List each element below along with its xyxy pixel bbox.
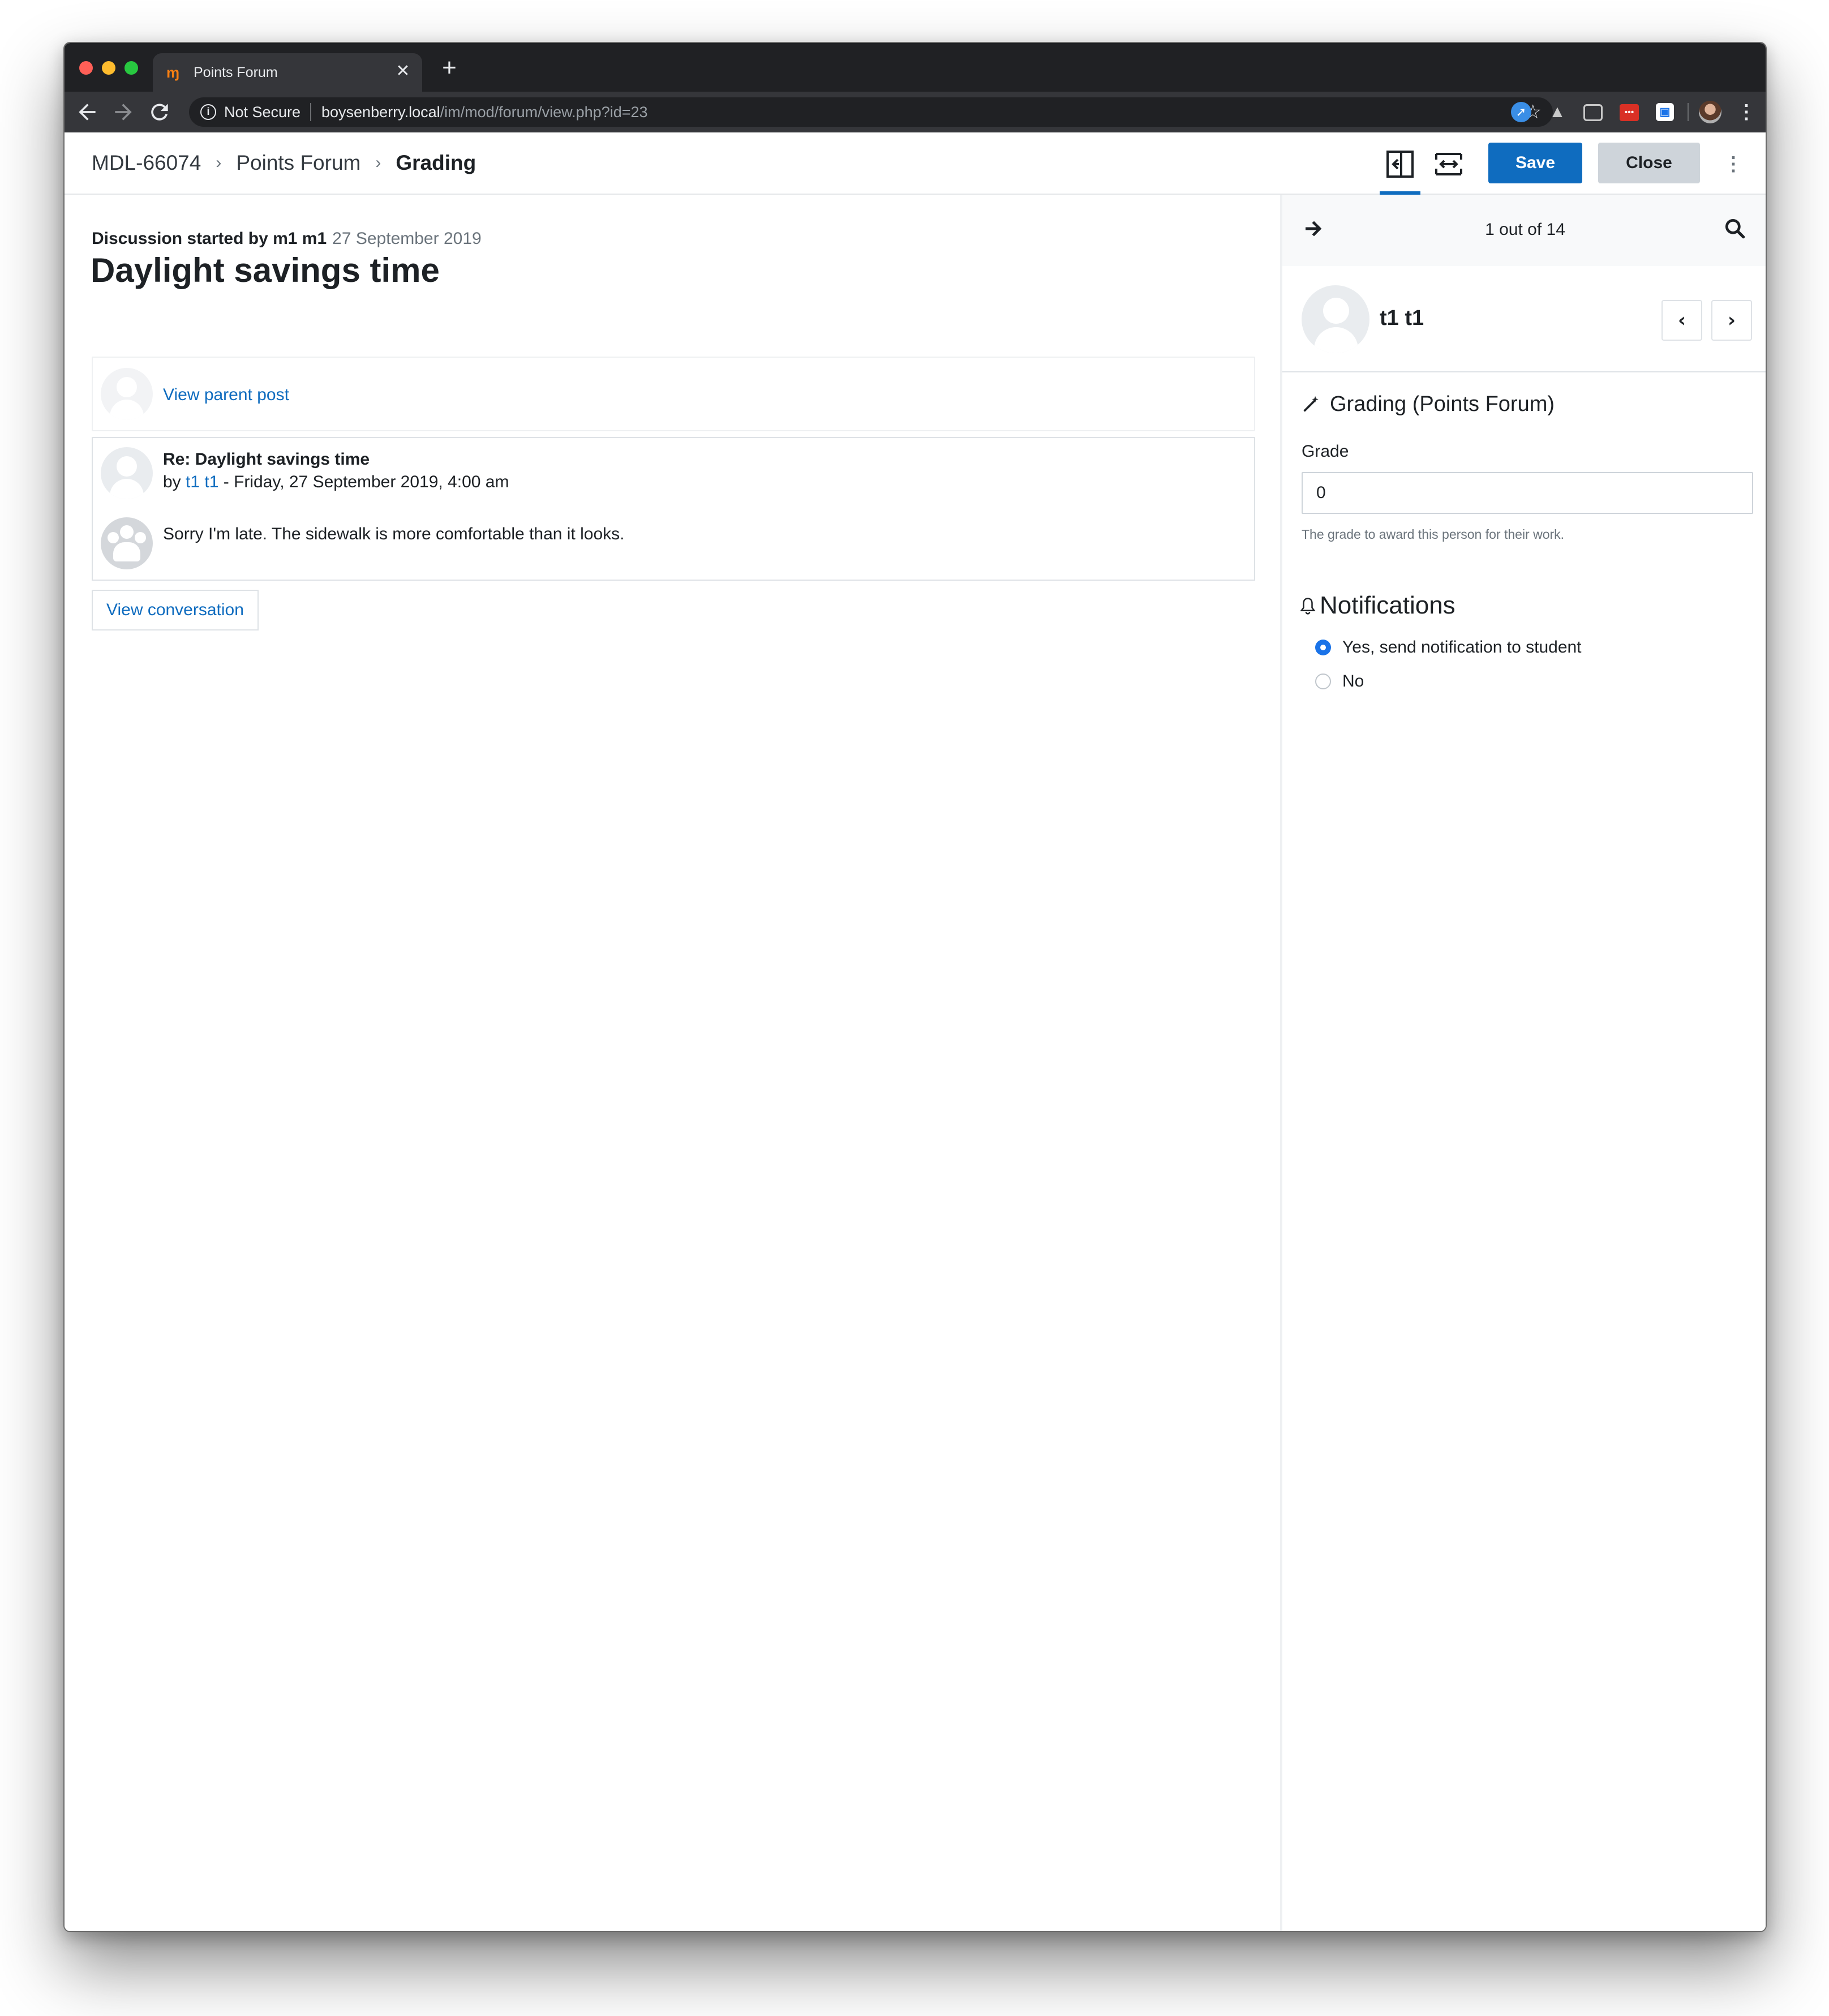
notify-no-label: No <box>1342 672 1364 690</box>
post-date: - Friday, 27 September 2019, 4:00 am <box>218 473 509 491</box>
more-options-icon[interactable]: ⋮ <box>1724 152 1743 177</box>
discussion-meta: Discussion started by m1 m1 27 September … <box>92 229 482 249</box>
post-body: Sorry I'm late. The sidewalk is more com… <box>163 525 625 543</box>
url-separator <box>310 103 311 121</box>
next-user-button[interactable]: › <box>1711 300 1752 341</box>
forum-post: Re: Daylight savings time by t1 t1 - Fri… <box>92 437 1255 581</box>
toolbar-separator <box>1688 103 1689 121</box>
breadcrumb-forum[interactable]: Points Forum <box>236 151 360 175</box>
profile-avatar[interactable] <box>1699 101 1721 123</box>
window-close-button[interactable] <box>79 61 93 75</box>
url-text: boysenberry.local/im/mod/forum/view.php?… <box>321 104 648 120</box>
breadcrumb: MDL-66074 › Points Forum › Grading <box>92 151 476 175</box>
grade-input[interactable] <box>1302 472 1753 514</box>
new-tab-button[interactable]: + <box>438 55 461 80</box>
search-user-button[interactable] <box>1723 216 1748 241</box>
reload-icon <box>151 104 168 121</box>
extension-drive-icon[interactable]: ▲ <box>1547 102 1568 122</box>
moodle-icon: ɱ <box>166 64 180 81</box>
reload-button[interactable] <box>147 100 172 125</box>
breadcrumb-chevron-icon: › <box>216 153 222 172</box>
search-icon <box>1725 218 1745 239</box>
extension-safari-icon[interactable]: ➚ <box>1511 102 1531 122</box>
browser-window: ɱ Points Forum ✕ + i Not Secure boysenbe… <box>63 42 1767 1932</box>
side-panel-view-button[interactable] <box>1380 147 1420 195</box>
post-author-link[interactable]: t1 t1 <box>186 473 218 491</box>
magic-wand-icon <box>1303 396 1319 412</box>
back-button[interactable] <box>75 100 100 125</box>
grading-heading: Grading (Points Forum) <box>1302 392 1555 417</box>
expand-width-icon <box>1435 153 1462 175</box>
info-icon[interactable]: i <box>200 104 216 120</box>
breadcrumb-current: Grading <box>396 151 476 174</box>
grading-panel: 1 out of 14 t1 t1 ‹ › Grading (Points Fo… <box>1280 195 1766 1931</box>
url-path: /im/mod/forum/view.php?id=23 <box>440 104 648 121</box>
user-counter: 1 out of 14 <box>1485 220 1565 239</box>
discussion-title: Daylight savings time <box>91 251 440 289</box>
user-avatar <box>1302 285 1369 353</box>
save-button[interactable]: Save <box>1488 143 1582 183</box>
notify-no-radio[interactable] <box>1315 674 1331 689</box>
extension-lastpass-icon[interactable]: ••• <box>1620 104 1639 121</box>
discussion-started-by: Discussion started by m1 m1 <box>92 229 327 248</box>
grader-header: MDL-66074 › Points Forum › Grading Save … <box>65 132 1766 195</box>
back-arrow-icon <box>79 104 96 121</box>
parent-post-avatar <box>101 368 153 420</box>
bell-icon <box>1300 598 1316 615</box>
view-parent-post-link[interactable]: View parent post <box>163 385 289 405</box>
post-by-prefix: by <box>163 473 181 491</box>
user-navigation-bar: 1 out of 14 <box>1282 195 1766 266</box>
grade-help-text: The grade to award this person for their… <box>1302 527 1565 542</box>
notify-yes-option[interactable]: Yes, send notification to student <box>1315 637 1582 658</box>
parent-post-box: View parent post <box>92 357 1255 431</box>
breadcrumb-chevron-icon: › <box>375 153 381 172</box>
browser-menu-icon[interactable]: ⋮ <box>1735 100 1758 125</box>
chevron-right-icon: › <box>1727 309 1736 332</box>
window-maximize-button[interactable] <box>124 61 138 75</box>
grading-heading-text: Grading (Points Forum) <box>1330 392 1555 416</box>
chevron-left-icon: ‹ <box>1677 309 1686 332</box>
grade-label: Grade <box>1302 442 1349 461</box>
discussion-date: 27 September 2019 <box>332 229 482 248</box>
security-label: Not Secure <box>224 104 301 121</box>
window-minimize-button[interactable] <box>102 61 115 75</box>
post-subject: Re: Daylight savings time <box>163 450 370 469</box>
browser-toolbar: i Not Secure boysenberry.local/im/mod/fo… <box>65 92 1766 132</box>
tab-bar: ɱ Points Forum ✕ + <box>65 43 1766 92</box>
breadcrumb-course[interactable]: MDL-66074 <box>92 151 201 175</box>
collapse-panel-icon <box>1386 151 1414 178</box>
notifications-heading: Notifications <box>1299 591 1456 620</box>
post-byline: by t1 t1 - Friday, 27 September 2019, 4:… <box>163 472 509 492</box>
previous-user-button[interactable]: ‹ <box>1661 300 1702 341</box>
address-bar[interactable]: i Not Secure boysenberry.local/im/mod/fo… <box>189 97 1553 127</box>
forward-arrow-icon <box>115 104 132 121</box>
notify-no-option[interactable]: No <box>1315 671 1364 692</box>
url-host: boysenberry.local <box>321 104 440 121</box>
user-name: t1 t1 <box>1380 306 1424 330</box>
notify-yes-label: Yes, send notification to student <box>1342 638 1582 657</box>
notifications-heading-text: Notifications <box>1320 591 1456 619</box>
browser-tab[interactable]: ɱ Points Forum ✕ <box>153 53 422 92</box>
discussion-region: Discussion started by m1 m1 27 September … <box>65 195 1280 1931</box>
notify-yes-radio[interactable] <box>1315 640 1331 655</box>
close-button[interactable]: Close <box>1598 143 1700 183</box>
current-user: t1 t1 ‹ › <box>1282 266 1766 372</box>
tab-close-icon[interactable]: ✕ <box>394 62 412 80</box>
post-author-avatar[interactable] <box>101 447 153 499</box>
extension-glasses-icon[interactable] <box>1583 104 1603 121</box>
group-icon <box>101 517 153 569</box>
forward-button[interactable] <box>111 100 136 125</box>
fullwidth-view-button[interactable] <box>1432 147 1466 181</box>
tab-title: Points Forum <box>194 65 278 80</box>
extension-trello-icon[interactable]: ▣ <box>1656 103 1674 121</box>
page-content: MDL-66074 › Points Forum › Grading Save … <box>65 132 1766 1931</box>
view-conversation-button[interactable]: View conversation <box>92 590 259 630</box>
